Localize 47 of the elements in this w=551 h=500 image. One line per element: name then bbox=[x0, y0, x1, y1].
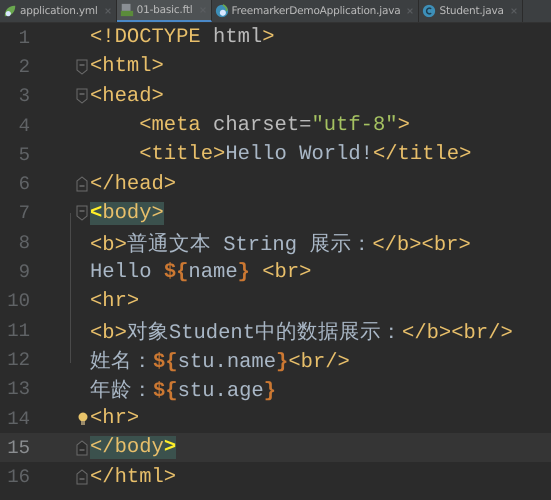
code-line: <html> bbox=[90, 55, 164, 78]
line-number: 1 bbox=[18, 26, 30, 49]
file-tab[interactable]: application.yml bbox=[0, 0, 117, 22]
line-number: 15 bbox=[6, 436, 30, 459]
class-icon bbox=[214, 4, 229, 18]
code-line: <body> bbox=[90, 202, 164, 225]
line-number: 6 bbox=[18, 173, 30, 196]
code-line: <head> bbox=[90, 84, 164, 108]
code-line: <hr> bbox=[90, 407, 140, 430]
code-line: <b>对象Student中的数据展示：</b><br/> bbox=[90, 320, 513, 345]
fold-icon[interactable] bbox=[76, 58, 88, 75]
line-number: 3 bbox=[18, 85, 30, 108]
line-number: 2 bbox=[18, 56, 30, 78]
code-line: <hr> bbox=[90, 290, 140, 313]
class-icon bbox=[422, 4, 436, 18]
code-line: 姓名：${stu.name}<br/> bbox=[90, 350, 350, 374]
file-tab[interactable]: FreemarkerDemoApplication.java bbox=[212, 0, 420, 22]
fold-icon[interactable] bbox=[76, 469, 88, 486]
code-line: </html> bbox=[90, 466, 176, 489]
line-number: 12 bbox=[6, 348, 30, 371]
lightbulb-icon[interactable] bbox=[78, 412, 88, 426]
code-line: <b>普通文本 String 展示：</b><br> bbox=[90, 232, 471, 257]
file-icon bbox=[120, 3, 134, 17]
file-tab[interactable]: 01-basic.ftl bbox=[116, 0, 212, 22]
fold-icon[interactable] bbox=[76, 88, 88, 104]
code-line: 年龄：${stu.age} bbox=[90, 378, 276, 404]
fold-icon[interactable] bbox=[76, 205, 88, 222]
code-line: <title>Hello World!</title> bbox=[138, 143, 472, 166]
line-number: 10 bbox=[6, 290, 30, 312]
code-line: Hello ${name} <br> bbox=[90, 260, 312, 284]
line-number: 13 bbox=[6, 378, 30, 400]
code-line: <meta charset="utf-8"> bbox=[138, 114, 410, 138]
fold-icon[interactable] bbox=[76, 440, 88, 456]
code-line: </body> bbox=[90, 436, 176, 460]
line-number: 16 bbox=[6, 466, 30, 488]
fold-icon[interactable] bbox=[76, 176, 88, 192]
line-number: 7 bbox=[18, 202, 30, 224]
code-line: </head> bbox=[90, 172, 176, 196]
line-number: 14 bbox=[6, 408, 30, 430]
leaf-icon bbox=[3, 4, 17, 18]
line-number: 5 bbox=[18, 144, 30, 166]
line-number: 11 bbox=[6, 320, 30, 342]
file-tab[interactable]: Student.java bbox=[419, 0, 523, 22]
line-number: 8 bbox=[18, 232, 30, 254]
line-number: 4 bbox=[18, 114, 30, 137]
code-line: <!DOCTYPE html> bbox=[90, 26, 275, 50]
line-number: 9 bbox=[18, 261, 30, 284]
